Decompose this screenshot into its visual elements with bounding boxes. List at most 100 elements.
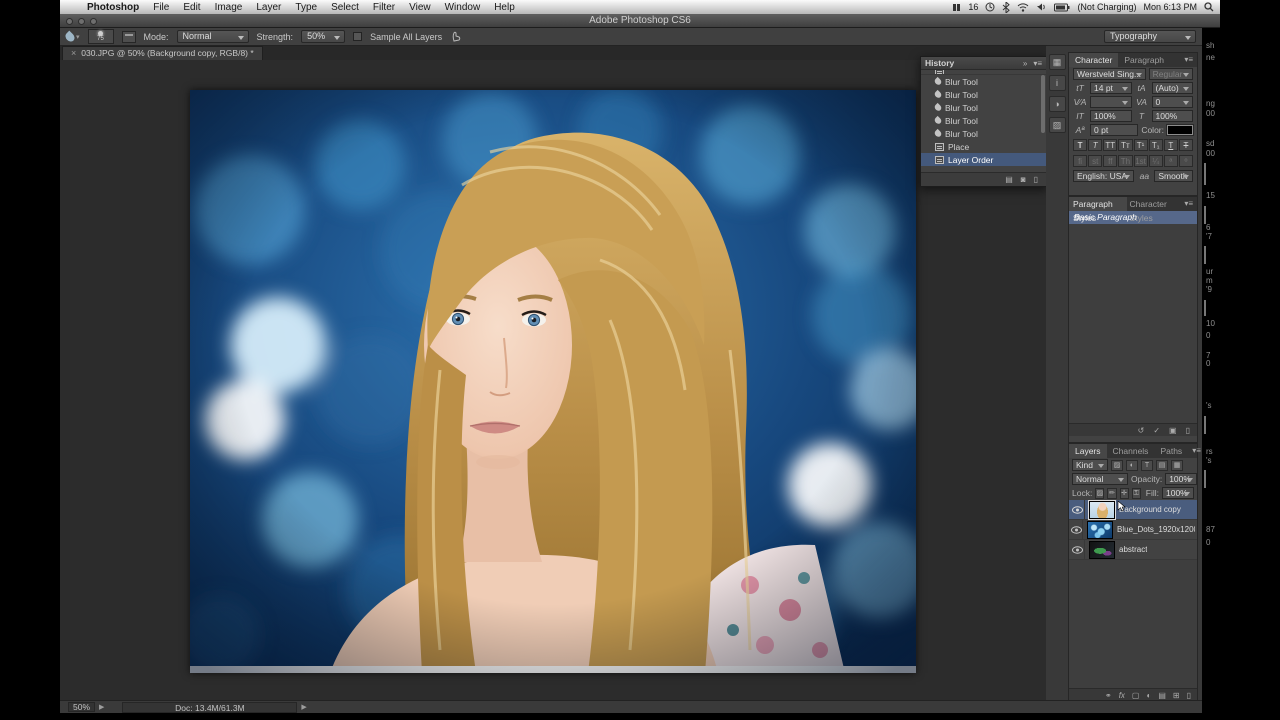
menu-type[interactable]: Type (295, 2, 317, 13)
font-style-dropdown[interactable]: Regular (1149, 68, 1193, 80)
delete-state-icon[interactable]: ▯ (1034, 175, 1038, 184)
volume-icon[interactable] (1036, 2, 1047, 12)
tab-paragraph[interactable]: Paragraph (1118, 53, 1170, 67)
new-doc-from-state-icon[interactable]: ▤ (1005, 175, 1013, 184)
tab-layers[interactable]: Layers (1069, 444, 1107, 458)
menu-help[interactable]: Help (494, 2, 515, 13)
adjustments-panel-icon[interactable]: ◑ (1049, 96, 1066, 112)
strength-dropdown[interactable]: 50% (301, 30, 345, 43)
filter-smartobject-icon[interactable]: ▦ (1171, 460, 1183, 471)
filter-type-icon[interactable]: T (1141, 460, 1153, 471)
opacity-dropdown[interactable]: 100% (1165, 473, 1197, 485)
close-document-icon[interactable]: × (71, 47, 76, 60)
link-layers-icon[interactable]: ⚭ (1105, 691, 1112, 700)
new-snapshot-icon[interactable]: ◙ (1021, 175, 1026, 184)
layer-name[interactable]: Blue_Dots_1920x1200_... (1117, 525, 1195, 534)
wifi-icon[interactable] (1017, 3, 1029, 12)
history-row[interactable]: Place (921, 140, 1046, 153)
language-dropdown[interactable]: English: USA (1073, 170, 1134, 182)
info-panel-icon[interactable]: i (1049, 75, 1066, 91)
layer-row-blue-dots[interactable]: Blue_Dots_1920x1200_... (1069, 520, 1197, 540)
layer-thumbnail[interactable] (1089, 501, 1115, 519)
new-adjustment-layer-icon[interactable]: ◐ (1146, 691, 1151, 700)
ot-fractions-button[interactable]: º (1179, 155, 1193, 167)
delete-style-icon[interactable]: ▯ (1186, 426, 1190, 435)
text-color-swatch[interactable] (1167, 125, 1193, 135)
tab-channels[interactable]: Channels (1107, 444, 1155, 458)
zoom-level-field[interactable]: 50% (68, 702, 95, 712)
mode-dropdown[interactable]: Normal (177, 30, 249, 43)
kerning-dropdown[interactable] (1090, 96, 1132, 108)
menu-window[interactable]: Window (445, 2, 481, 13)
ot-swash-button[interactable]: Th (1118, 155, 1132, 167)
add-layer-mask-icon[interactable]: ▢ (1132, 691, 1140, 700)
ot-stylistic-button[interactable]: 1st (1134, 155, 1148, 167)
tab-paragraph-styles[interactable]: Paragraph Styles (1069, 197, 1127, 211)
layer-name[interactable]: Background copy (1119, 505, 1181, 514)
font-family-dropdown[interactable]: Werstveld Sing... (1073, 68, 1146, 80)
history-row[interactable]: Blur Tool (921, 101, 1046, 114)
time-machine-icon[interactable] (985, 2, 995, 12)
layer-style-fx-icon[interactable]: fx (1119, 691, 1125, 700)
menu-layer[interactable]: Layer (256, 2, 281, 13)
delete-layer-icon[interactable]: ▯ (1187, 691, 1191, 700)
fill-dropdown[interactable]: 100% (1162, 487, 1194, 499)
filter-shape-icon[interactable]: ▤ (1156, 460, 1168, 471)
lock-position-icon[interactable]: ✛ (1120, 488, 1129, 499)
menu-view[interactable]: View (409, 2, 431, 13)
baseline-shift-field[interactable]: 0 pt (1090, 124, 1138, 136)
clear-override-icon[interactable]: ✓ (1153, 426, 1160, 435)
document-tab[interactable]: × 030.JPG @ 50% (Background copy, RGB/8)… (62, 46, 263, 60)
history-row[interactable]: Blur Tool (921, 88, 1046, 101)
small-caps-button[interactable]: Tт (1118, 139, 1132, 151)
blur-tool-icon[interactable]: ▾ (66, 32, 80, 42)
history-row[interactable]: Blur Tool (921, 127, 1046, 140)
font-size-dropdown[interactable]: 14 pt (1090, 82, 1132, 94)
status-menu-arrow-icon[interactable]: ▶ (301, 703, 306, 711)
all-caps-button[interactable]: TT (1103, 139, 1117, 151)
history-row[interactable]: Blur Tool (921, 114, 1046, 127)
toggle-brush-panel-icon[interactable] (122, 31, 136, 43)
lock-all-icon[interactable]: ⚿ (1132, 488, 1141, 499)
minimize-window-button[interactable] (78, 18, 85, 25)
menu-filter[interactable]: Filter (373, 2, 395, 13)
lock-pixels-icon[interactable]: ✏ (1107, 488, 1116, 499)
layer-visibility-toggle[interactable] (1071, 540, 1085, 559)
history-row-selected[interactable]: Layer Order (921, 153, 1046, 166)
menu-file[interactable]: File (153, 2, 169, 13)
layer-name[interactable]: abstract (1119, 545, 1147, 554)
style-basic-paragraph[interactable]: Basic Paragraph (1069, 211, 1197, 224)
history-panel-header[interactable]: History » ▾≡ (921, 57, 1046, 70)
spotlight-search-icon[interactable] (1204, 2, 1214, 12)
menu-select[interactable]: Select (331, 2, 359, 13)
menu-edit[interactable]: Edit (183, 2, 200, 13)
canvas-image[interactable] (190, 90, 916, 673)
history-scrollbar[interactable] (1041, 75, 1045, 133)
menu-image[interactable]: Image (215, 2, 243, 13)
swatches-panel-icon[interactable]: ▦ (1049, 54, 1066, 70)
sample-all-layers-checkbox[interactable] (353, 32, 362, 41)
collapse-panel-icon[interactable]: » (1023, 59, 1027, 68)
status-arrow-icon[interactable]: ▶ (99, 703, 104, 711)
new-layer-icon[interactable]: ⊞ (1173, 691, 1180, 700)
subscript-button[interactable]: T₁ (1149, 139, 1163, 151)
layer-thumbnail[interactable] (1089, 541, 1115, 559)
workspace-dropdown[interactable]: Typography (1104, 30, 1196, 43)
menu-photoshop[interactable]: Photoshop (87, 2, 139, 13)
filter-pixel-icon[interactable]: ▨ (1111, 460, 1123, 471)
superscript-button[interactable]: T¹ (1134, 139, 1148, 151)
window-title-bar[interactable]: Adobe Photoshop CS6 (60, 14, 1220, 28)
layer-row-background-copy[interactable]: Background copy (1069, 500, 1197, 520)
history-row[interactable]: Blur Tool (921, 75, 1046, 88)
strikethrough-button[interactable]: T (1179, 139, 1193, 151)
styles-panel-icon[interactable]: ▨ (1049, 117, 1066, 133)
vertical-scale-field[interactable]: 100% (1090, 110, 1132, 122)
ot-titling-button[interactable]: ¼ (1149, 155, 1163, 167)
filter-adjustment-icon[interactable]: ◐ (1126, 460, 1138, 471)
zoom-window-button[interactable] (90, 18, 97, 25)
blend-mode-dropdown[interactable]: Normal (1072, 473, 1128, 485)
tab-paths[interactable]: Paths (1154, 444, 1188, 458)
layer-thumbnail[interactable] (1087, 521, 1113, 539)
redefine-style-icon[interactable]: ↺ (1138, 426, 1145, 435)
close-window-button[interactable] (66, 18, 73, 25)
